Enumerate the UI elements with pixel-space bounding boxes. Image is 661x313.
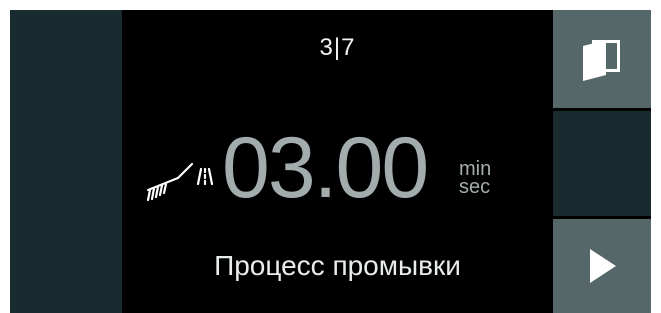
timer-value: 03.00 — [222, 120, 429, 216]
play-arrow-icon — [590, 249, 616, 283]
rinse-brush-spray-icon — [146, 162, 214, 202]
timer-row: 03.00 min sec — [140, 120, 540, 216]
unit-sec: sec — [459, 176, 491, 198]
door-icon — [583, 40, 620, 81]
step-indicator: 3|7 — [319, 34, 356, 61]
process-label: Процесс промывки — [214, 250, 461, 281]
door-button[interactable] — [553, 10, 651, 108]
right-button-column — [553, 10, 651, 313]
empty-button[interactable] — [553, 111, 651, 216]
left-side-panel — [10, 10, 122, 313]
timer-units: min sec — [459, 159, 491, 198]
next-button[interactable] — [553, 219, 651, 313]
